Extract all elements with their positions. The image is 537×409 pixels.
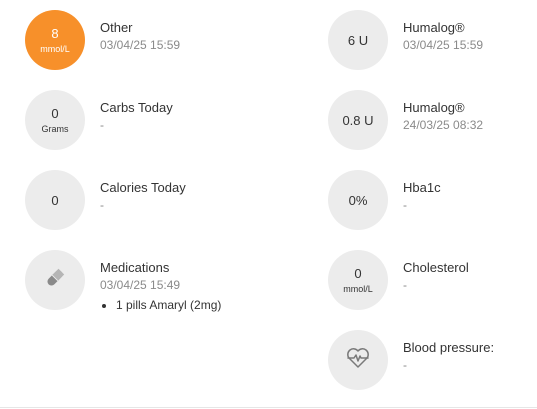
tile-timestamp: 03/04/25 15:49 xyxy=(100,278,181,292)
tile-timestamp: 03/04/25 15:59 xyxy=(403,38,484,52)
calories-value: 0 xyxy=(51,192,59,208)
tile-timestamp: 24/03/25 08:32 xyxy=(403,118,484,132)
tile-other-glucose[interactable]: 8 mmol/L Other 03/04/25 15:59 xyxy=(25,10,180,70)
tile-title: Cholesterol xyxy=(403,260,469,275)
glucose-value-circle: 8 mmol/L xyxy=(25,10,85,70)
tile-hba1c[interactable]: 0% Hba1c - xyxy=(328,170,441,230)
pill-icon xyxy=(43,266,67,295)
tile-medications[interactable]: Medications 03/04/25 15:49 1 pills Amary… xyxy=(25,250,221,313)
glucose-unit: mmol/L xyxy=(40,43,70,54)
tile-title: Humalog® xyxy=(403,100,465,115)
glucose-value: 8 xyxy=(51,25,59,41)
cholesterol-unit: mmol/L xyxy=(343,283,373,294)
tile-cholesterol[interactable]: 0 mmol/L Cholesterol - xyxy=(328,250,469,310)
hba1c-value-circle: 0% xyxy=(328,170,388,230)
cholesterol-value: 0 xyxy=(354,265,362,281)
tile-subtitle: - xyxy=(403,278,407,292)
tile-humalog-1[interactable]: 6 U Humalog® 03/04/25 15:59 xyxy=(328,10,483,70)
tile-humalog-2[interactable]: 0.8 U Humalog® 24/03/25 08:32 xyxy=(328,90,483,150)
tile-calories-today[interactable]: 0 Calories Today - xyxy=(25,170,186,230)
tile-subtitle: - xyxy=(403,198,407,212)
tile-subtitle: - xyxy=(403,358,407,372)
medication-item: 1 pills Amaryl (2mg) xyxy=(116,297,221,313)
bottom-divider xyxy=(0,407,537,408)
humalog-value: 6 U xyxy=(347,32,369,48)
hba1c-value: 0% xyxy=(348,192,368,208)
cholesterol-value-circle: 0 mmol/L xyxy=(328,250,388,310)
humalog-value: 0.8 U xyxy=(342,112,374,128)
tile-title: Blood pressure: xyxy=(403,340,495,355)
humalog-value-circle: 6 U xyxy=(328,10,388,70)
tile-title: Humalog® xyxy=(403,20,465,35)
tile-title: Medications xyxy=(100,260,170,275)
tile-title: Carbs Today xyxy=(100,100,173,115)
carbs-value-circle: 0 Grams xyxy=(25,90,85,150)
tile-carbs-today[interactable]: 0 Grams Carbs Today - xyxy=(25,90,173,150)
tile-title: Calories Today xyxy=(100,180,186,195)
tile-blood-pressure[interactable]: Blood pressure: - xyxy=(328,330,494,390)
tile-title: Other xyxy=(100,20,133,35)
medications-icon-circle xyxy=(25,250,85,310)
blood-pressure-icon-circle xyxy=(328,330,388,390)
tile-timestamp: 03/04/25 15:59 xyxy=(100,38,181,52)
carbs-unit: Grams xyxy=(41,123,69,134)
tile-title: Hba1c xyxy=(403,180,441,195)
humalog-value-circle: 0.8 U xyxy=(328,90,388,150)
carbs-value: 0 xyxy=(51,105,59,121)
heart-pulse-icon xyxy=(345,346,371,375)
tile-subtitle: - xyxy=(100,118,104,132)
tile-subtitle: - xyxy=(100,198,104,212)
medication-list: 1 pills Amaryl (2mg) xyxy=(100,297,221,313)
calories-value-circle: 0 xyxy=(25,170,85,230)
